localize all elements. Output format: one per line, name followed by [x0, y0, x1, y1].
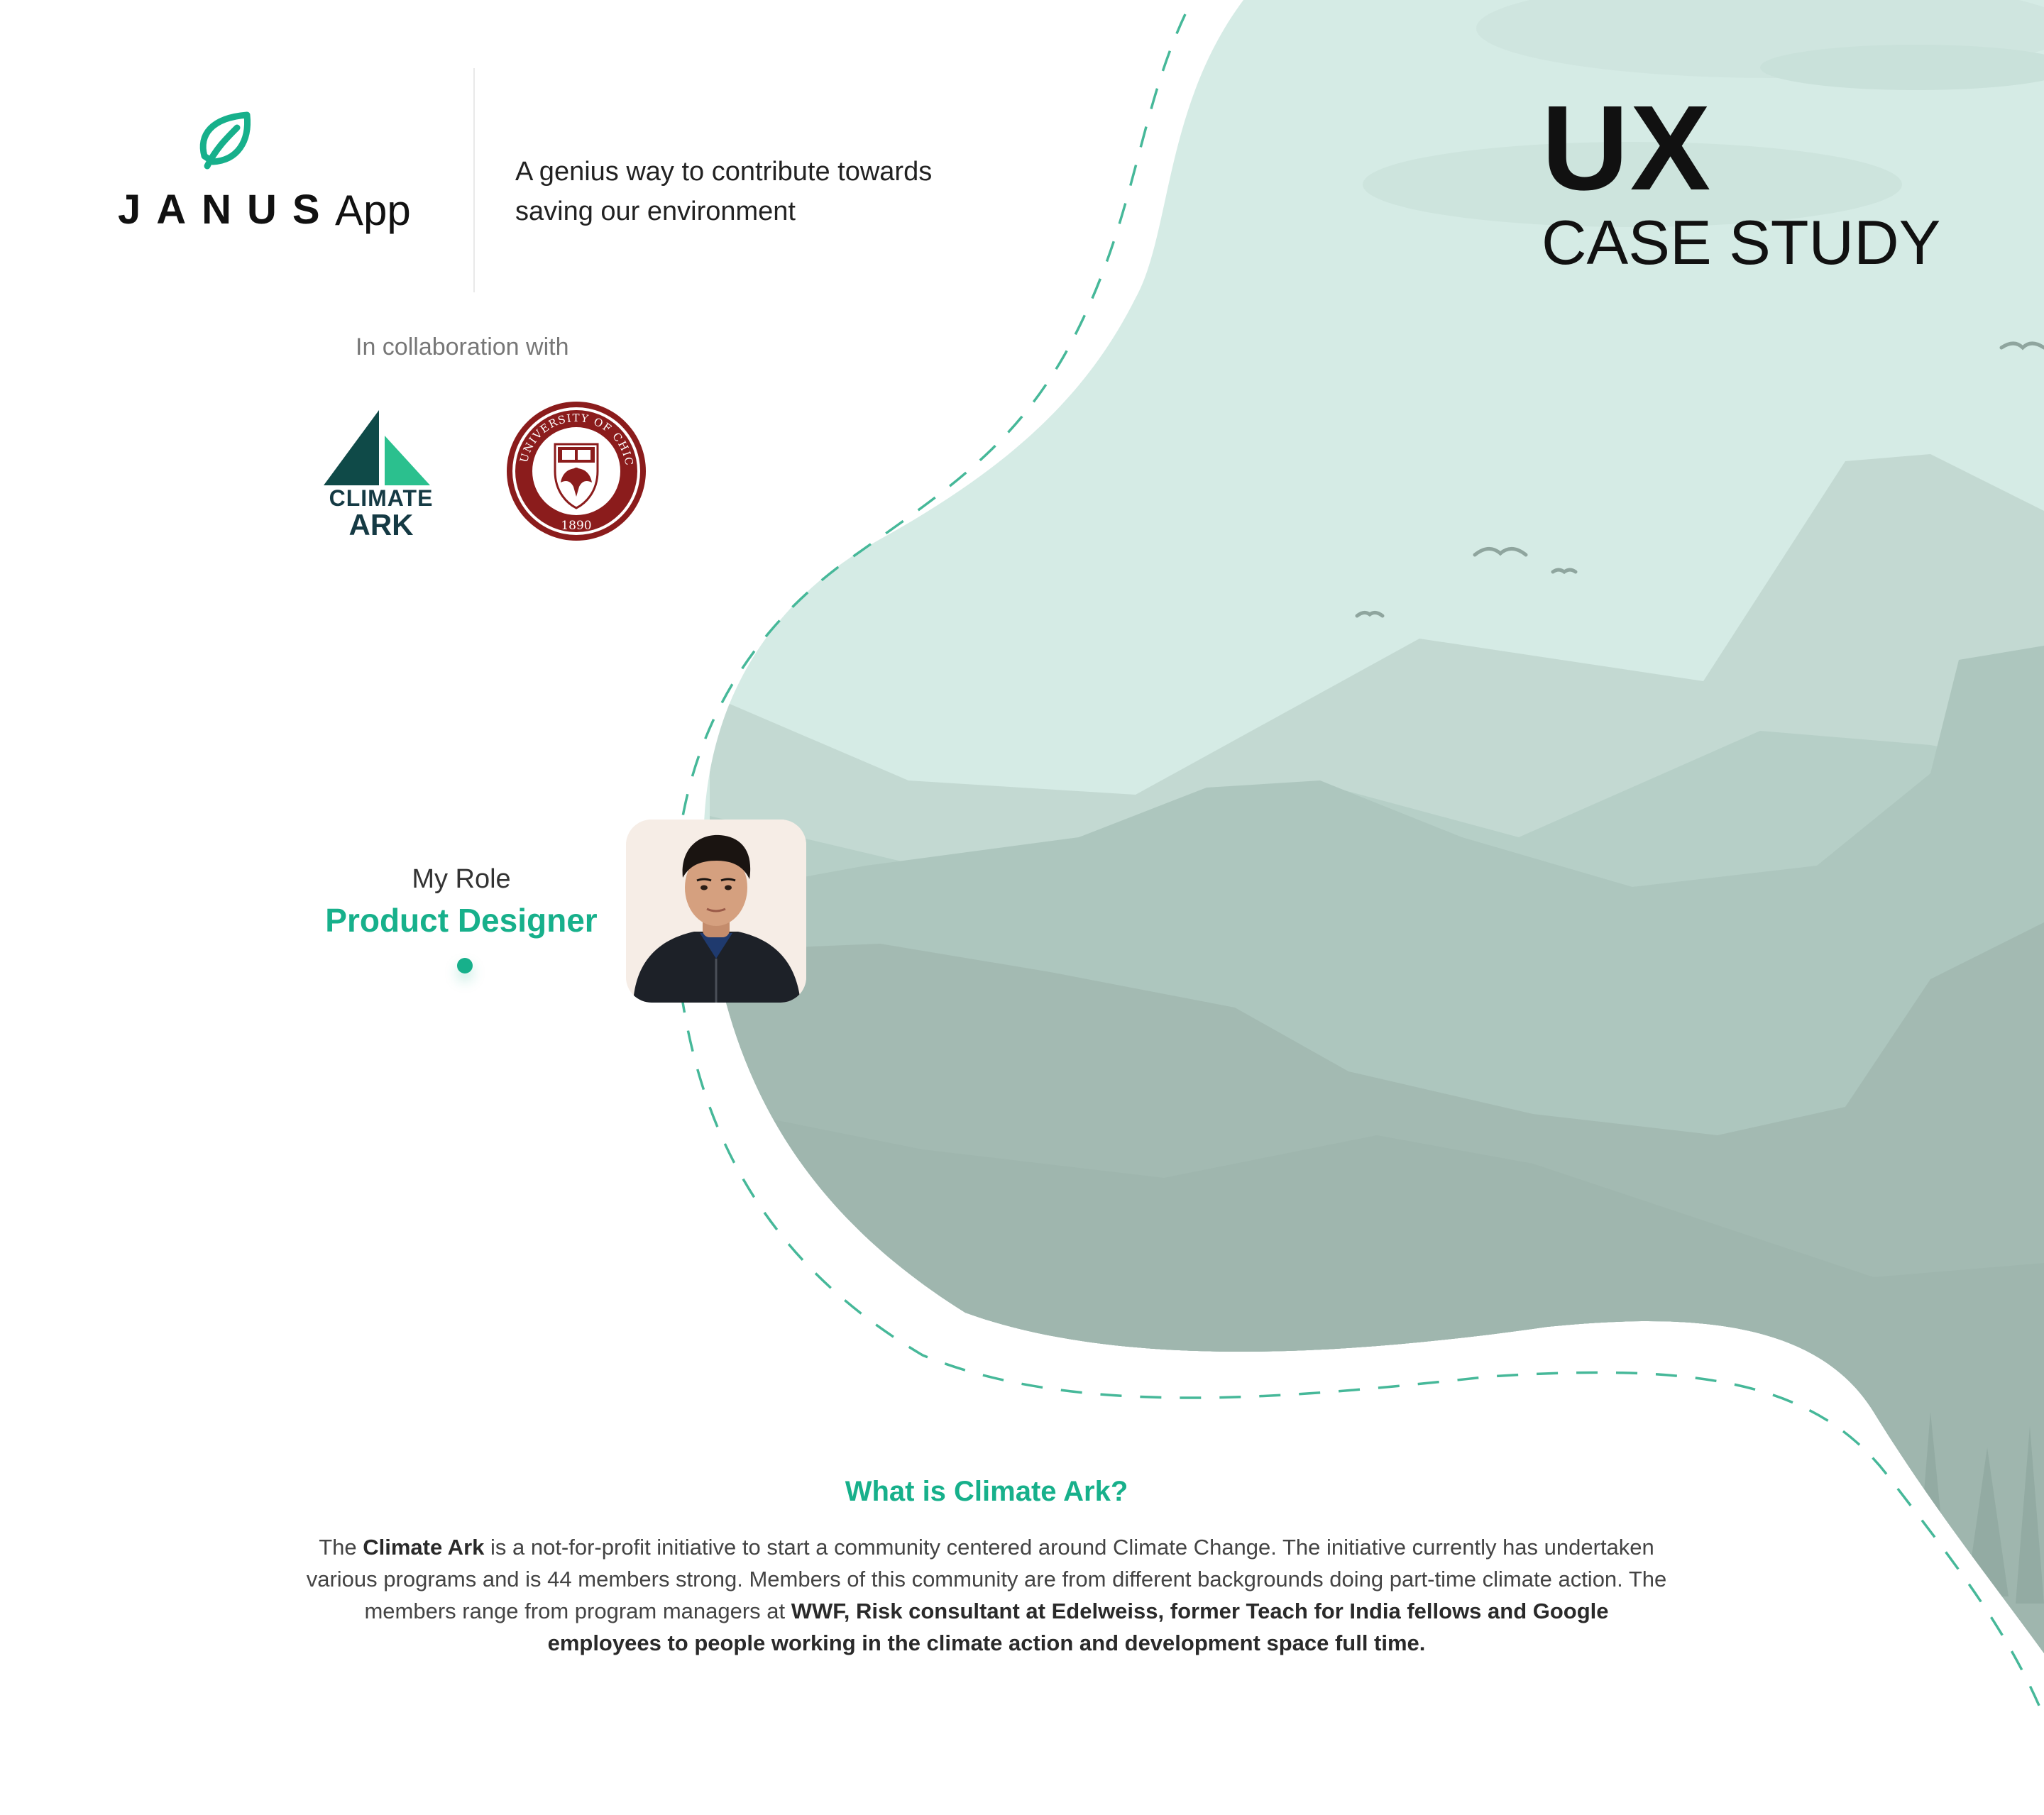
- tagline: A genius way to contribute towards savin…: [515, 157, 933, 226]
- university-of-chicago-seal: THE UNIVERSITY OF CHICAGO 1890: [505, 400, 646, 541]
- about-paragraph: The Climate Ark is a not-for-profit init…: [305, 1531, 1668, 1659]
- hero-title-ux: UX: [1542, 81, 1713, 216]
- climate-ark-sails-logo: [324, 410, 430, 485]
- hero-title-case-study: CASE STUDY: [1542, 207, 1941, 277]
- designer-avatar: [626, 820, 806, 1003]
- role-label: My Role: [412, 864, 511, 894]
- brand-name: JANUS: [118, 187, 336, 233]
- collaboration-label: In collaboration with: [356, 333, 569, 360]
- about-text-1: The: [319, 1535, 363, 1560]
- brand-suffix: App: [335, 187, 411, 234]
- climate-ark-name-line2: ARK: [348, 508, 414, 541]
- brand-divider: [473, 68, 475, 292]
- role-title: Product Designer: [325, 902, 598, 939]
- role-indicator-dot: [457, 958, 473, 973]
- about-heading: What is Climate Ark?: [845, 1476, 1128, 1507]
- leaf-icon: [199, 111, 251, 170]
- about-text-climate-ark: Climate Ark: [363, 1535, 485, 1560]
- seal-year: 1890: [561, 519, 591, 533]
